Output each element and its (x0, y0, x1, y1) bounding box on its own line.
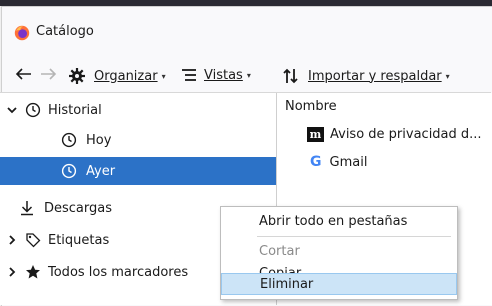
menu-item-label: Cortar (259, 243, 300, 259)
import-export-icon (283, 68, 298, 84)
tree-item-today[interactable]: Hoy (0, 126, 276, 154)
back-button[interactable] (14, 66, 32, 82)
clock-icon (60, 162, 78, 180)
tree-item-label: Historial (48, 102, 102, 118)
download-icon (18, 199, 36, 217)
column-header-name[interactable]: Nombre (285, 99, 337, 114)
menu-item-open-all-in-tabs[interactable]: Abrir todo en pestañas (221, 210, 457, 232)
tree-item-history[interactable]: Historial (0, 96, 276, 124)
menu-item-cut: Cortar (221, 240, 457, 262)
google-icon: G (310, 154, 322, 170)
tree-item-label: Etiquetas (48, 232, 110, 248)
window-title: Catálogo (36, 24, 94, 39)
menu-item-label: Eliminar (260, 276, 314, 292)
tree-item-yesterday[interactable]: Ayer (0, 157, 276, 185)
organize-label: Organizar (94, 68, 158, 84)
firefox-icon (14, 25, 30, 41)
star-icon (24, 263, 42, 281)
organize-menu-button[interactable]: Organizar ▾ (68, 67, 166, 85)
list-item[interactable]: m Aviso de privacidad d... (307, 121, 482, 147)
chevron-right-icon[interactable] (6, 267, 18, 277)
tree-item-label: Descargas (44, 200, 113, 216)
tree-item-label: Hoy (86, 132, 112, 148)
menu-separator (257, 236, 451, 237)
forward-button[interactable] (40, 66, 58, 82)
views-label: Vistas (204, 67, 243, 83)
m-site-icon: m (307, 126, 324, 142)
clock-icon (24, 101, 42, 119)
menu-item-delete[interactable]: Eliminar (221, 273, 457, 295)
forward-arrow-icon (41, 68, 57, 80)
tree-item-label: Todos los marcadores (48, 264, 189, 280)
list-item-title: Gmail (329, 154, 368, 170)
tag-icon (24, 231, 42, 249)
views-menu-button[interactable]: Vistas ▾ (180, 67, 251, 83)
back-arrow-icon (15, 68, 31, 80)
context-menu: Abrir todo en pestañas Cortar Copiar Eli… (220, 206, 458, 300)
chevron-right-icon[interactable] (6, 235, 18, 245)
chevron-down-icon[interactable] (6, 105, 18, 115)
list-item-title: Aviso de privacidad d... (330, 126, 482, 142)
chevron-down-icon: ▾ (246, 70, 251, 80)
chevron-down-icon: ▾ (445, 71, 450, 81)
clock-icon (60, 131, 78, 149)
menu-item-label: Abrir todo en pestañas (259, 213, 408, 229)
gear-icon (69, 68, 85, 84)
list-view-icon (182, 69, 196, 81)
list-item[interactable]: G Gmail (310, 149, 367, 175)
chevron-down-icon: ▾ (161, 71, 166, 81)
tree-item-label: Ayer (86, 163, 116, 179)
import-label: Importar y respaldar (308, 68, 442, 84)
import-backup-menu-button[interactable]: Importar y respaldar ▾ (282, 67, 450, 85)
